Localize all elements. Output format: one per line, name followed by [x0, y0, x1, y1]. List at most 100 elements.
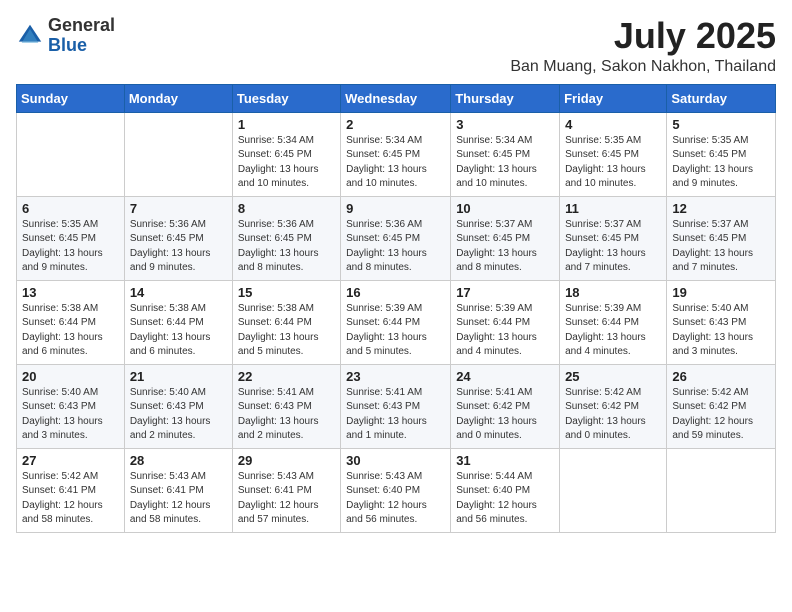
- day-detail: Sunrise: 5:43 AM Sunset: 6:41 PM Dayligh…: [238, 470, 335, 528]
- day-detail: Sunrise: 5:35 AM Sunset: 6:45 PM Dayligh…: [565, 134, 661, 192]
- day-detail: Sunrise: 5:40 AM Sunset: 6:43 PM Dayligh…: [22, 386, 119, 444]
- calendar-cell: 6 Sunrise: 5:35 AM Sunset: 6:45 PM Daylig…: [17, 196, 125, 280]
- logo: General Blue: [16, 16, 115, 56]
- header-friday: Friday: [560, 84, 667, 112]
- day-detail: Sunrise: 5:35 AM Sunset: 6:45 PM Dayligh…: [672, 134, 770, 192]
- title-section: July 2025 Ban Muang, Sakon Nakhon, Thail…: [510, 16, 776, 76]
- day-number: 22: [238, 369, 335, 384]
- day-number: 1: [238, 117, 335, 132]
- calendar-cell: 9 Sunrise: 5:36 AM Sunset: 6:45 PM Daylig…: [341, 196, 451, 280]
- day-detail: Sunrise: 5:42 AM Sunset: 6:41 PM Dayligh…: [22, 470, 119, 528]
- logo-text: General Blue: [48, 16, 115, 56]
- header-saturday: Saturday: [667, 84, 776, 112]
- calendar-cell: 4 Sunrise: 5:35 AM Sunset: 6:45 PM Daylig…: [560, 112, 667, 196]
- day-detail: Sunrise: 5:36 AM Sunset: 6:45 PM Dayligh…: [346, 218, 445, 276]
- day-number: 30: [346, 453, 445, 468]
- calendar-cell: 24 Sunrise: 5:41 AM Sunset: 6:42 PM Dayli…: [451, 364, 560, 448]
- day-detail: Sunrise: 5:39 AM Sunset: 6:44 PM Dayligh…: [565, 302, 661, 360]
- calendar-cell: 20 Sunrise: 5:40 AM Sunset: 6:43 PM Dayli…: [17, 364, 125, 448]
- day-number: 27: [22, 453, 119, 468]
- day-number: 11: [565, 201, 661, 216]
- calendar-cell: [667, 448, 776, 532]
- logo-icon: [16, 22, 44, 50]
- day-number: 4: [565, 117, 661, 132]
- month-title: July 2025: [510, 16, 776, 56]
- day-number: 3: [456, 117, 554, 132]
- calendar-cell: 12Sunrise: 5:37 AM Sunset: 6:45 PM Dayli…: [667, 196, 776, 280]
- calendar-cell: 13 Sunrise: 5:38 AM Sunset: 6:44 PM Dayli…: [17, 280, 125, 364]
- day-detail: Sunrise: 5:41 AM Sunset: 6:42 PM Dayligh…: [456, 386, 554, 444]
- day-detail: Sunrise: 5:38 AM Sunset: 6:44 PM Dayligh…: [130, 302, 227, 360]
- day-detail: Sunrise: 5:44 AM Sunset: 6:40 PM Dayligh…: [456, 470, 554, 528]
- day-number: 20: [22, 369, 119, 384]
- calendar-table: SundayMondayTuesdayWednesdayThursdayFrid…: [16, 84, 776, 533]
- day-number: 12: [672, 201, 770, 216]
- calendar-cell: 2 Sunrise: 5:34 AM Sunset: 6:45 PM Daylig…: [341, 112, 451, 196]
- day-detail: Sunrise: 5:36 AM Sunset: 6:45 PM Dayligh…: [238, 218, 335, 276]
- day-detail: Sunrise: 5:37 AM Sunset: 6:45 PM Dayligh…: [456, 218, 554, 276]
- calendar-header-row: SundayMondayTuesdayWednesdayThursdayFrid…: [17, 84, 776, 112]
- day-detail: Sunrise: 5:37 AM Sunset: 6:45 PM Dayligh…: [565, 218, 661, 276]
- calendar-week-1: 1 Sunrise: 5:34 AM Sunset: 6:45 PM Daylig…: [17, 112, 776, 196]
- calendar-cell: [17, 112, 125, 196]
- logo-general: General: [48, 16, 115, 36]
- day-number: 7: [130, 201, 227, 216]
- day-number: 29: [238, 453, 335, 468]
- calendar-cell: 31 Sunrise: 5:44 AM Sunset: 6:40 PM Dayli…: [451, 448, 560, 532]
- calendar-cell: 15 Sunrise: 5:38 AM Sunset: 6:44 PM Dayli…: [232, 280, 340, 364]
- day-detail: Sunrise: 5:34 AM Sunset: 6:45 PM Dayligh…: [346, 134, 445, 192]
- day-number: 6: [22, 201, 119, 216]
- calendar-cell: 1Sunrise: 5:34 AM Sunset: 6:45 PM Daylig…: [232, 112, 340, 196]
- day-number: 2: [346, 117, 445, 132]
- calendar-cell: 7 Sunrise: 5:36 AM Sunset: 6:45 PM Daylig…: [124, 196, 232, 280]
- calendar-cell: 28Sunrise: 5:43 AM Sunset: 6:41 PM Dayli…: [124, 448, 232, 532]
- day-number: 31: [456, 453, 554, 468]
- calendar-cell: 30Sunrise: 5:43 AM Sunset: 6:40 PM Dayli…: [341, 448, 451, 532]
- calendar-cell: 25 Sunrise: 5:42 AM Sunset: 6:42 PM Dayli…: [560, 364, 667, 448]
- day-detail: Sunrise: 5:38 AM Sunset: 6:44 PM Dayligh…: [238, 302, 335, 360]
- calendar-cell: 22 Sunrise: 5:41 AM Sunset: 6:43 PM Dayli…: [232, 364, 340, 448]
- calendar-cell: 17 Sunrise: 5:39 AM Sunset: 6:44 PM Dayli…: [451, 280, 560, 364]
- day-number: 13: [22, 285, 119, 300]
- calendar-cell: 19 Sunrise: 5:40 AM Sunset: 6:43 PM Dayli…: [667, 280, 776, 364]
- day-detail: Sunrise: 5:42 AM Sunset: 6:42 PM Dayligh…: [565, 386, 661, 444]
- calendar-cell: 3 Sunrise: 5:34 AM Sunset: 6:45 PM Daylig…: [451, 112, 560, 196]
- day-number: 15: [238, 285, 335, 300]
- header-thursday: Thursday: [451, 84, 560, 112]
- day-detail: Sunrise: 5:39 AM Sunset: 6:44 PM Dayligh…: [456, 302, 554, 360]
- day-number: 17: [456, 285, 554, 300]
- page-header: General Blue July 2025 Ban Muang, Sakon …: [16, 16, 776, 76]
- day-detail: Sunrise: 5:38 AM Sunset: 6:44 PM Dayligh…: [22, 302, 119, 360]
- calendar-week-3: 13 Sunrise: 5:38 AM Sunset: 6:44 PM Dayli…: [17, 280, 776, 364]
- day-detail: Sunrise: 5:43 AM Sunset: 6:41 PM Dayligh…: [130, 470, 227, 528]
- day-number: 18: [565, 285, 661, 300]
- calendar-cell: 21Sunrise: 5:40 AM Sunset: 6:43 PM Dayli…: [124, 364, 232, 448]
- calendar-cell: 26Sunrise: 5:42 AM Sunset: 6:42 PM Dayli…: [667, 364, 776, 448]
- day-detail: Sunrise: 5:41 AM Sunset: 6:43 PM Dayligh…: [238, 386, 335, 444]
- calendar-cell: 29 Sunrise: 5:43 AM Sunset: 6:41 PM Dayli…: [232, 448, 340, 532]
- calendar-week-2: 6 Sunrise: 5:35 AM Sunset: 6:45 PM Daylig…: [17, 196, 776, 280]
- day-number: 14: [130, 285, 227, 300]
- calendar-cell: 8 Sunrise: 5:36 AM Sunset: 6:45 PM Daylig…: [232, 196, 340, 280]
- calendar-week-4: 20 Sunrise: 5:40 AM Sunset: 6:43 PM Dayli…: [17, 364, 776, 448]
- day-number: 9: [346, 201, 445, 216]
- day-detail: Sunrise: 5:40 AM Sunset: 6:43 PM Dayligh…: [130, 386, 227, 444]
- calendar-week-5: 27 Sunrise: 5:42 AM Sunset: 6:41 PM Dayli…: [17, 448, 776, 532]
- header-monday: Monday: [124, 84, 232, 112]
- day-number: 24: [456, 369, 554, 384]
- day-number: 8: [238, 201, 335, 216]
- day-detail: Sunrise: 5:41 AM Sunset: 6:43 PM Dayligh…: [346, 386, 445, 444]
- day-detail: Sunrise: 5:34 AM Sunset: 6:45 PM Dayligh…: [456, 134, 554, 192]
- day-detail: Sunrise: 5:40 AM Sunset: 6:43 PM Dayligh…: [672, 302, 770, 360]
- header-tuesday: Tuesday: [232, 84, 340, 112]
- day-number: 19: [672, 285, 770, 300]
- calendar-cell: 5Sunrise: 5:35 AM Sunset: 6:45 PM Daylig…: [667, 112, 776, 196]
- calendar-cell: 14 Sunrise: 5:38 AM Sunset: 6:44 PM Dayli…: [124, 280, 232, 364]
- day-number: 25: [565, 369, 661, 384]
- day-detail: Sunrise: 5:36 AM Sunset: 6:45 PM Dayligh…: [130, 218, 227, 276]
- calendar-cell: 11 Sunrise: 5:37 AM Sunset: 6:45 PM Dayli…: [560, 196, 667, 280]
- location-title: Ban Muang, Sakon Nakhon, Thailand: [510, 58, 776, 76]
- calendar-cell: [124, 112, 232, 196]
- header-sunday: Sunday: [17, 84, 125, 112]
- day-detail: Sunrise: 5:35 AM Sunset: 6:45 PM Dayligh…: [22, 218, 119, 276]
